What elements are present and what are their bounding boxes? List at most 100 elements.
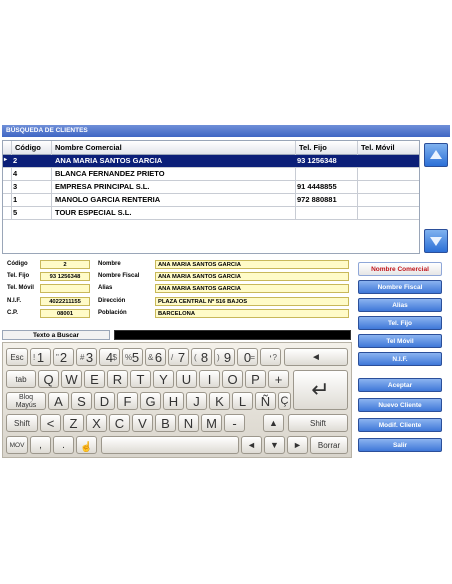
key-5[interactable]: % 5 — [122, 348, 143, 366]
key-2[interactable]: 2 " — [53, 348, 74, 366]
key-backspace[interactable]: ◄ — [284, 348, 348, 366]
table-row[interactable]: 4 BLANCA FERNANDEZ PRIETO — [3, 168, 419, 181]
field-nif: 4022211155 — [40, 297, 90, 306]
label-nombre-fiscal: Nombre Fiscal — [98, 273, 140, 279]
table-row[interactable]: ▸ 2 ANA MARIA SANTOS GARCIA 93 1256348 — [3, 155, 419, 168]
key-y[interactable]: Y — [153, 370, 174, 388]
key-0[interactable]: 0 = — [237, 348, 258, 366]
key-plus[interactable]: + — [268, 370, 289, 388]
key-arrow-left[interactable]: ◄ — [241, 436, 262, 454]
sort-alias-button[interactable]: Alias — [358, 298, 442, 312]
sort-nombre-comercial-button[interactable]: Nombre Comercial — [358, 262, 442, 276]
new-client-button[interactable]: Nuevo Cliente — [358, 398, 442, 412]
col-header-telfijo[interactable]: Tel. Fijo — [299, 143, 327, 152]
key-space[interactable] — [101, 436, 239, 454]
key-f[interactable]: F — [117, 392, 138, 410]
sort-nombre-fiscal-button[interactable]: Nombre Fiscal — [358, 280, 442, 294]
key-less-than[interactable]: < — [40, 414, 61, 432]
key-r[interactable]: R — [107, 370, 128, 388]
sort-tel-fijo-button[interactable]: Tel. Fijo — [358, 316, 442, 330]
key-caps-lock[interactable]: Bloq Mayús — [6, 392, 46, 410]
key-esc[interactable]: Esc — [6, 348, 28, 366]
key-l[interactable]: L — [232, 392, 253, 410]
key-enter[interactable]: ↵ — [293, 370, 348, 410]
key-tab[interactable]: tab — [6, 370, 36, 388]
key-d[interactable]: D — [94, 392, 115, 410]
key-c[interactable]: C — [109, 414, 130, 432]
key-borrar[interactable]: Borrar — [310, 436, 348, 454]
cell-nombre: ANA MARIA SANTOS GARCIA — [55, 156, 163, 165]
key-shift-label: / — [171, 353, 174, 362]
key-4[interactable]: 4 $ — [99, 348, 120, 366]
key-hand-icon[interactable]: ☝ — [76, 436, 97, 454]
col-header-nombre[interactable]: Nombre Comercial — [55, 143, 122, 152]
key-cedilla[interactable]: Ç — [278, 392, 291, 410]
cell-telfijo: 91 4448855 — [297, 182, 337, 191]
key-3[interactable]: #3 — [76, 348, 97, 366]
key-t[interactable]: T — [130, 370, 151, 388]
col-header-telmovil[interactable]: Tel. Móvil — [361, 143, 395, 152]
key-7[interactable]: /7 — [168, 348, 189, 366]
key-mov[interactable]: MOV — [6, 436, 28, 454]
search-label: Texto a Buscar — [2, 330, 110, 340]
key-q[interactable]: Q — [38, 370, 59, 388]
key-shift-label: & — [148, 353, 154, 362]
key-w[interactable]: W — [61, 370, 82, 388]
sort-tel-movil-button[interactable]: Tel Móvil — [358, 334, 442, 348]
search-input[interactable] — [114, 330, 351, 340]
key-h[interactable]: H — [163, 392, 184, 410]
cell-codigo: 4 — [13, 169, 18, 178]
key-shift-right[interactable]: Shift — [288, 414, 348, 432]
key-n[interactable]: N — [178, 414, 199, 432]
field-nombre-fiscal: ANA MARIA SANTOS GARCIA — [155, 272, 349, 281]
key-9[interactable]: ) 9 — [214, 348, 235, 366]
key-shift-left[interactable]: Shift — [6, 414, 38, 432]
key-m[interactable]: M — [201, 414, 222, 432]
sort-nif-button[interactable]: N.I.F. — [358, 352, 442, 366]
key-s[interactable]: S — [71, 392, 92, 410]
key-x[interactable]: X — [86, 414, 107, 432]
key-enye[interactable]: Ñ — [255, 392, 276, 410]
key-label: 2 — [59, 350, 68, 365]
key-shift-label: ? — [272, 353, 277, 362]
edit-client-button[interactable]: Modif. Cliente — [358, 418, 442, 432]
field-cp: 08001 — [40, 309, 90, 318]
arrow-down-icon — [430, 237, 442, 246]
scroll-down-button[interactable] — [424, 229, 448, 253]
exit-button[interactable]: Salir — [358, 438, 442, 452]
key-1[interactable]: 1! — [30, 348, 51, 366]
key-p[interactable]: P — [245, 370, 266, 388]
key-g[interactable]: G — [140, 392, 161, 410]
key-apostrophe[interactable]: '? — [260, 348, 281, 366]
key-arrow-down[interactable]: ▼ — [264, 436, 285, 454]
key-z[interactable]: Z — [63, 414, 84, 432]
accept-button[interactable]: Aceptar — [358, 378, 442, 392]
arrow-up-icon — [430, 150, 442, 159]
table-row[interactable]: 5 TOUR ESPECIAL S.L. — [3, 207, 419, 220]
key-o[interactable]: O — [222, 370, 243, 388]
key-u[interactable]: U — [176, 370, 197, 388]
key-e[interactable]: E — [84, 370, 105, 388]
arrow-right-icon: ► — [293, 440, 302, 450]
hand-pointer-icon: ☝ — [80, 442, 93, 453]
key-v[interactable]: V — [132, 414, 153, 432]
key-minus[interactable]: - — [224, 414, 245, 432]
key-6[interactable]: & 6 — [145, 348, 166, 366]
key-a[interactable]: A — [48, 392, 69, 410]
key-arrow-up[interactable]: ▲ — [263, 414, 284, 432]
field-nombre: ANA MARIA SANTOS GARCIA — [155, 260, 349, 269]
key-j[interactable]: J — [186, 392, 207, 410]
key-i[interactable]: I — [199, 370, 220, 388]
table-row[interactable]: 3 EMPRESA PRINCIPAL S.L. 91 4448855 — [3, 181, 419, 194]
field-codigo: 2 — [40, 260, 90, 269]
key-arrow-right[interactable]: ► — [287, 436, 308, 454]
key-period[interactable]: . — [53, 436, 74, 454]
key-k[interactable]: K — [209, 392, 230, 410]
scroll-up-button[interactable] — [424, 143, 448, 167]
col-header-codigo[interactable]: Código — [15, 143, 41, 152]
key-b[interactable]: B — [155, 414, 176, 432]
key-label: 6 — [154, 350, 163, 365]
table-row[interactable]: 1 MANOLO GARCIA RENTERIA 972 880881 — [3, 194, 419, 207]
key-8[interactable]: (8 — [191, 348, 212, 366]
key-comma[interactable]: , — [30, 436, 51, 454]
